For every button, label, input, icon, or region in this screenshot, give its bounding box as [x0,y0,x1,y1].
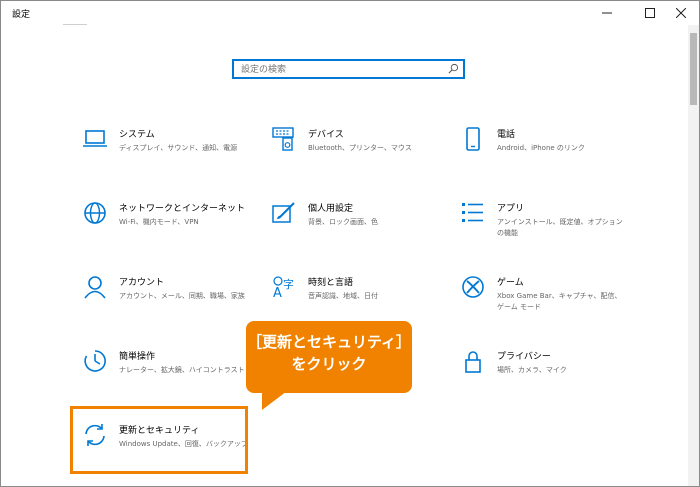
title-bar: 設定 [1,1,699,25]
close-button[interactable] [663,1,699,25]
tile-devices[interactable]: デバイス Bluetooth、プリンター、マウス [272,127,457,177]
tile-description: アカウント、メール、同期、職場、家族 [119,292,245,300]
phone-icon [466,127,480,151]
xbox-icon [462,276,484,298]
tile-phone[interactable]: 電話 Android、iPhone のリンク [461,127,646,177]
scroll-thumb[interactable] [690,33,697,105]
search-box[interactable] [232,59,465,79]
search-input[interactable] [241,64,441,76]
tile-label: 時刻と言語 [308,278,354,288]
svg-text:A: A [273,286,282,299]
search-icon[interactable] [448,63,459,74]
tile-label: 個人用設定 [308,204,354,214]
tile-accounts[interactable]: アカウント アカウント、メール、同期、職場、家族 [83,275,268,325]
tile-system[interactable]: システム ディスプレイ、サウンド、通知、電源 [83,127,268,177]
tile-label: 電話 [497,130,516,140]
person-icon [84,276,106,299]
lock-icon [465,351,481,373]
tile-description: 音声認識、地域、日付 [308,292,378,300]
callout-line-2: をクリック [291,355,367,373]
tile-label: アカウント [119,278,165,288]
tile-description: Android、iPhone のリンク [497,144,585,152]
tile-apps[interactable]: アプリ アンインストール、既定値、オプションの機能 [461,201,646,251]
tile-label: ネットワークとインターネット [119,204,246,214]
minimize-icon [602,12,612,14]
tile-label: アプリ [497,204,525,214]
tile-label: デバイス [308,130,344,140]
highlight-frame [70,406,248,474]
tile-description: 場所、カメラ、マイク [497,366,567,374]
tile-network[interactable]: ネットワークとインターネット Wi-Fi、機内モード、VPN [83,201,268,251]
tile-description: アンインストール、既定値、オプションの機能 [497,218,623,237]
laptop-icon [83,130,107,147]
ease-of-access-icon [84,350,106,372]
tile-description: ナレーター、拡大鏡、ハイコントラスト [119,366,245,374]
tile-privacy[interactable]: プライバシー 場所、カメラ、マイク [461,349,646,399]
keyboard-speaker-icon [272,127,294,151]
time-language-icon: A 字 [273,276,294,299]
tile-label: プライバシー [497,352,551,362]
callout-line-1: ［更新とセキュリティ］ [246,333,412,351]
tile-description: Xbox Game Bar、キャプチャ、配信、ゲーム モード [497,292,622,311]
tile-ease-of-access[interactable]: 簡単操作 ナレーター、拡大鏡、ハイコントラスト [83,349,268,399]
scrollbar[interactable] [688,25,699,486]
tile-time-language[interactable]: A 字 時刻と言語 音声認識、地域、日付 [272,275,457,325]
paint-brush-icon [272,202,295,223]
globe-icon [84,202,106,224]
callout-text: ［更新とセキュリティ］ をクリック [246,331,412,375]
tile-label: 簡単操作 [119,352,156,362]
tile-label: システム [119,130,155,140]
minimize-button[interactable] [589,1,625,25]
tile-description: Bluetooth、プリンター、マウス [308,144,412,152]
window-title: 設定 [12,10,31,20]
close-icon [676,8,686,18]
tile-description: 背景、ロック画面、色 [308,218,378,226]
tile-personalization[interactable]: 個人用設定 背景、ロック画面、色 [272,201,457,251]
apps-list-icon [462,203,483,222]
svg-text:字: 字 [283,277,294,291]
tile-label: ゲーム [497,278,524,288]
tile-description: ディスプレイ、サウンド、通知、電源 [119,144,238,152]
maximize-icon [645,8,655,18]
tile-gaming[interactable]: ゲーム Xbox Game Bar、キャプチャ、配信、ゲーム モード [461,275,646,325]
tile-description: Wi-Fi、機内モード、VPN [119,218,199,226]
